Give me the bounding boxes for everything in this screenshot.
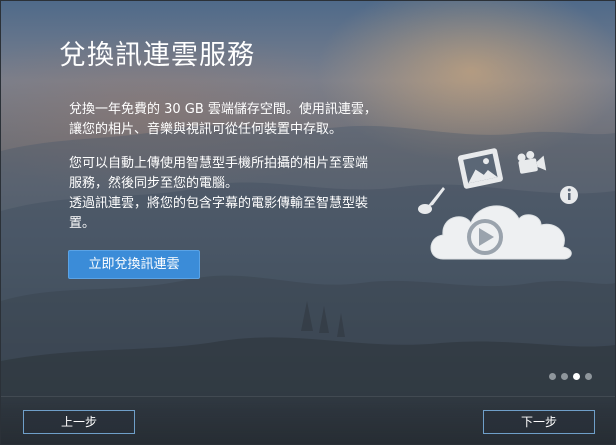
description-line: 兌換一年免費的 30 GB 雲端儲存空間。使用訊連雲， [69, 102, 377, 117]
previous-button[interactable]: 上一步 [23, 410, 135, 434]
description-line: 置。 [69, 216, 96, 231]
info-icon [560, 186, 578, 204]
redeem-now-button[interactable]: 立即兌換訊連雲 [68, 250, 200, 279]
description-line: 透過訊連雲，將您的包含字幕的電影傳輸至智慧型裝 [69, 196, 369, 211]
description-paragraph-1: 兌換一年免費的 30 GB 雲端儲存空間。使用訊連雲， 讓您的相片、音樂與視訊可… [69, 100, 429, 140]
page-dot-active[interactable] [573, 373, 580, 380]
page-dot[interactable] [549, 373, 556, 380]
cloud-service-dialog: 兌換訊連雲服務 兌換一年免費的 30 GB 雲端儲存空間。使用訊連雲， 讓您的相… [0, 0, 616, 445]
description-line: 服務，然後同步至您的電腦。 [69, 176, 239, 191]
footer-bar: 上一步 下一步 [1, 396, 615, 444]
cloud-media-illustration [418, 148, 578, 260]
pagination-dots [549, 373, 592, 380]
description-paragraph-2: 您可以自動上傳使用智慧型手機所拍攝的相片至雲端 服務，然後同步至您的電腦。 透過… [69, 154, 429, 234]
video-camera-icon [517, 150, 547, 174]
page-dot[interactable] [561, 373, 568, 380]
cloud-play-icon [430, 205, 572, 260]
next-button[interactable]: 下一步 [483, 410, 595, 434]
description-line: 您可以自動上傳使用智慧型手機所拍攝的相片至雲端 [69, 156, 369, 171]
description-line: 讓您的相片、音樂與視訊可從任何裝置中存取。 [69, 122, 343, 137]
page-dot[interactable] [585, 373, 592, 380]
page-title: 兌換訊連雲服務 [59, 40, 255, 71]
music-note-icon [418, 187, 445, 214]
picture-icon [457, 148, 503, 189]
